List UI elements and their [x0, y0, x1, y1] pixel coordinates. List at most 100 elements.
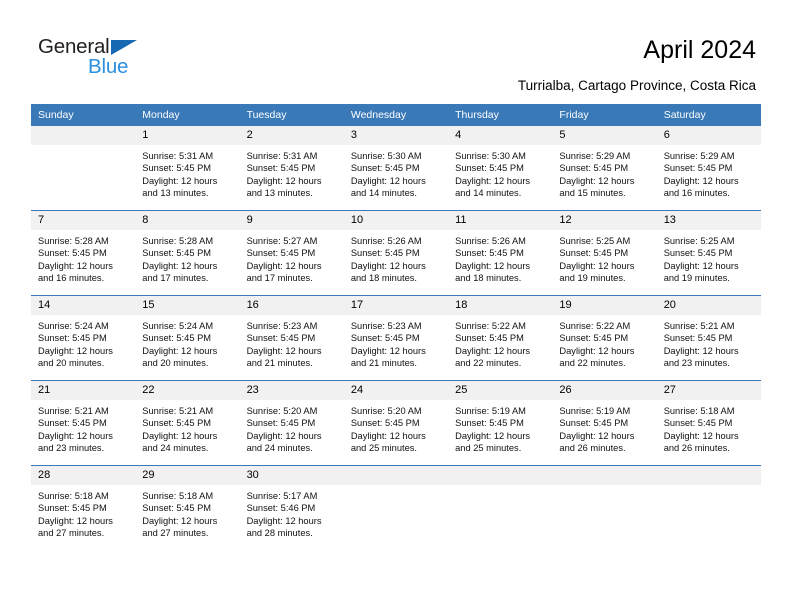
- day-info-line: Sunset: 5:45 PM: [559, 333, 629, 344]
- calendar-day-cell[interactable]: 28 Sunrise: 5:18 AM Sunset: 5:45 PM Dayligh…: [31, 465, 136, 550]
- logo-text-blue: Blue: [88, 55, 129, 78]
- day-info-line: Daylight: 12 hours: [663, 175, 739, 186]
- day-info-line: Sunset: 5:45 PM: [142, 248, 212, 259]
- calendar-day-cell[interactable]: 5 Sunrise: 5:29 AM Sunset: 5:45 PM Daylight…: [552, 126, 657, 211]
- calendar-day-cell[interactable]: 21 Sunrise: 5:21 AM Sunset: 5:45 PM Dayligh…: [31, 380, 136, 466]
- day-info-line: Sunrise: 5:30 AM: [455, 151, 526, 161]
- day-info-line: Sunset: 5:45 PM: [350, 248, 420, 259]
- day-sun-info: Sunrise: 5:28 AM Sunset: 5:45 PM Daylight:…: [31, 230, 135, 285]
- day-info-line: and 23 minutes.: [38, 443, 105, 454]
- day-sun-info: Sunrise: 5:29 AM Sunset: 5:45 PM Daylight:…: [552, 145, 656, 200]
- calendar-day-cell[interactable]: 4 Sunrise: 5:30 AM Sunset: 5:45 PM Daylight…: [448, 126, 553, 211]
- day-sun-info: Sunrise: 5:26 AM Sunset: 5:45 PM Daylight:…: [344, 230, 448, 285]
- weekday-header-wednesday: Wednesday: [343, 104, 449, 126]
- day-info-line: Daylight: 12 hours: [142, 260, 218, 271]
- day-info-line: Sunset: 5:45 PM: [559, 248, 629, 259]
- day-info-line: Daylight: 12 hours: [38, 345, 113, 356]
- day-info-line: Sunrise: 5:19 AM: [455, 406, 526, 416]
- day-number: 24: [343, 381, 449, 400]
- day-info-line: Sunrise: 5:29 AM: [559, 151, 631, 161]
- calendar-day-cell[interactable]: 6 Sunrise: 5:29 AM Sunset: 5:45 PM Daylight…: [656, 126, 761, 211]
- day-info-line: Sunrise: 5:23 AM: [246, 321, 318, 331]
- day-info-line: and 25 minutes.: [455, 443, 522, 454]
- day-info-line: and 20 minutes.: [38, 358, 105, 369]
- day-info-line: and 28 minutes.: [246, 528, 313, 539]
- day-info-line: Sunset: 5:45 PM: [38, 333, 107, 344]
- calendar-table: Sunday Monday Tuesday Wednesday Thursday Frid…: [31, 104, 761, 550]
- calendar-day-cell[interactable]: 24 Sunrise: 5:20 AM Sunset: 5:45 PM Dayligh…: [343, 380, 449, 466]
- day-number: 6: [656, 126, 761, 145]
- calendar-day-cell[interactable]: 3 Sunrise: 5:30 AM Sunset: 5:45 PM Daylight…: [343, 126, 449, 211]
- day-info-line: Daylight: 12 hours: [350, 175, 426, 186]
- day-info-line: Sunset: 5:45 PM: [663, 163, 733, 174]
- calendar-day-cell[interactable]: 29 Sunrise: 5:18 AM Sunset: 5:45 PM Dayligh…: [135, 465, 240, 550]
- calendar-day-cell[interactable]: 15 Sunrise: 5:24 AM Sunset: 5:45 PM Dayligh…: [135, 295, 240, 381]
- calendar-day-cell[interactable]: 2 Sunrise: 5:31 AM Sunset: 5:45 PM Daylight…: [239, 126, 344, 211]
- day-info-line: Sunset: 5:46 PM: [246, 503, 316, 514]
- day-number: [343, 466, 449, 485]
- day-info-line: Sunrise: 5:24 AM: [38, 321, 109, 331]
- calendar-day-cell[interactable]: 23 Sunrise: 5:20 AM Sunset: 5:45 PM Dayligh…: [239, 380, 344, 466]
- day-info-line: Sunset: 5:45 PM: [663, 333, 733, 344]
- calendar-day-cell[interactable]: 27 Sunrise: 5:18 AM Sunset: 5:45 PM Dayligh…: [656, 380, 761, 466]
- day-info-line: Sunrise: 5:28 AM: [38, 236, 109, 246]
- day-info-line: and 22 minutes.: [559, 358, 626, 369]
- weekday-header-friday: Friday: [552, 104, 657, 126]
- day-info-line: Sunrise: 5:21 AM: [663, 321, 735, 331]
- calendar-day-cell[interactable]: 16 Sunrise: 5:23 AM Sunset: 5:45 PM Dayligh…: [239, 295, 344, 381]
- page-header: General Blue April 2024 Turrialba, Carta…: [0, 0, 792, 100]
- day-info-line: Sunset: 5:45 PM: [246, 333, 316, 344]
- day-sun-info: Sunrise: 5:25 AM Sunset: 5:45 PM Daylight:…: [552, 230, 656, 285]
- day-info-line: and 18 minutes.: [455, 273, 522, 284]
- calendar-day-cell[interactable]: 8 Sunrise: 5:28 AM Sunset: 5:45 PM Daylight…: [135, 210, 240, 296]
- calendar-day-cell[interactable]: 19 Sunrise: 5:22 AM Sunset: 5:45 PM Dayligh…: [552, 295, 657, 381]
- calendar-empty-cell: [343, 465, 449, 550]
- day-info-line: Sunrise: 5:19 AM: [559, 406, 631, 416]
- calendar-day-cell[interactable]: 20 Sunrise: 5:21 AM Sunset: 5:45 PM Dayligh…: [656, 295, 761, 381]
- general-blue-logo[interactable]: General Blue: [38, 36, 168, 84]
- calendar-day-cell[interactable]: 25 Sunrise: 5:19 AM Sunset: 5:45 PM Dayligh…: [448, 380, 553, 466]
- day-info-line: Sunset: 5:45 PM: [350, 163, 420, 174]
- day-number: [448, 466, 553, 485]
- day-info-line: and 26 minutes.: [559, 443, 626, 454]
- day-sun-info: Sunrise: 5:31 AM Sunset: 5:45 PM Daylight:…: [135, 145, 239, 200]
- day-info-line: Sunset: 5:45 PM: [142, 333, 212, 344]
- day-info-line: Daylight: 12 hours: [38, 430, 113, 441]
- day-number: 18: [448, 296, 553, 315]
- calendar-day-cell[interactable]: 22 Sunrise: 5:21 AM Sunset: 5:45 PM Dayligh…: [135, 380, 240, 466]
- day-sun-info: Sunrise: 5:18 AM Sunset: 5:45 PM Daylight:…: [31, 485, 135, 540]
- calendar-day-cell[interactable]: 30 Sunrise: 5:17 AM Sunset: 5:46 PM Dayligh…: [239, 465, 344, 550]
- day-info-line: Daylight: 12 hours: [350, 260, 426, 271]
- calendar-day-cell[interactable]: 10 Sunrise: 5:26 AM Sunset: 5:45 PM Dayligh…: [343, 210, 449, 296]
- calendar-grid: Sunday Monday Tuesday Wednesday Thursday Frid…: [31, 104, 761, 550]
- day-info-line: Daylight: 12 hours: [246, 430, 322, 441]
- day-info-line: Sunrise: 5:30 AM: [350, 151, 422, 161]
- day-info-line: and 16 minutes.: [663, 188, 730, 199]
- day-number: 7: [31, 211, 136, 230]
- calendar-day-cell[interactable]: 9 Sunrise: 5:27 AM Sunset: 5:45 PM Daylight…: [239, 210, 344, 296]
- day-info-line: Sunrise: 5:21 AM: [38, 406, 109, 416]
- day-info-line: Sunrise: 5:28 AM: [142, 236, 214, 246]
- calendar-weekday-header: Sunday Monday Tuesday Wednesday Thursday Frid…: [31, 104, 761, 126]
- day-number: 12: [552, 211, 657, 230]
- calendar-day-cell[interactable]: 17 Sunrise: 5:23 AM Sunset: 5:45 PM Dayligh…: [343, 295, 449, 381]
- day-info-line: and 26 minutes.: [663, 443, 730, 454]
- page-title: April 2024: [643, 36, 756, 64]
- calendar-empty-cell: [448, 465, 553, 550]
- calendar-day-cell[interactable]: 7 Sunrise: 5:28 AM Sunset: 5:45 PM Daylight…: [31, 210, 136, 296]
- day-sun-info: Sunrise: 5:17 AM Sunset: 5:46 PM Daylight:…: [240, 485, 344, 540]
- calendar-day-cell[interactable]: 13 Sunrise: 5:25 AM Sunset: 5:45 PM Dayligh…: [656, 210, 761, 296]
- calendar-empty-cell: [552, 465, 657, 550]
- calendar-day-cell[interactable]: 26 Sunrise: 5:19 AM Sunset: 5:45 PM Dayligh…: [552, 380, 657, 466]
- day-number: 13: [656, 211, 761, 230]
- calendar-week-row: 14 Sunrise: 5:24 AM Sunset: 5:45 PM Dayligh…: [31, 295, 761, 381]
- calendar-day-cell[interactable]: 12 Sunrise: 5:25 AM Sunset: 5:45 PM Dayligh…: [552, 210, 657, 296]
- day-number: 21: [31, 381, 136, 400]
- calendar-day-cell[interactable]: 11 Sunrise: 5:26 AM Sunset: 5:45 PM Dayligh…: [448, 210, 553, 296]
- calendar-day-cell[interactable]: 14 Sunrise: 5:24 AM Sunset: 5:45 PM Dayligh…: [31, 295, 136, 381]
- day-info-line: Daylight: 12 hours: [559, 175, 635, 186]
- day-info-line: and 13 minutes.: [142, 188, 209, 199]
- calendar-day-cell[interactable]: 1 Sunrise: 5:31 AM Sunset: 5:45 PM Daylight…: [135, 126, 240, 211]
- day-info-line: Sunset: 5:45 PM: [246, 248, 316, 259]
- calendar-day-cell[interactable]: 18 Sunrise: 5:22 AM Sunset: 5:45 PM Dayligh…: [448, 295, 553, 381]
